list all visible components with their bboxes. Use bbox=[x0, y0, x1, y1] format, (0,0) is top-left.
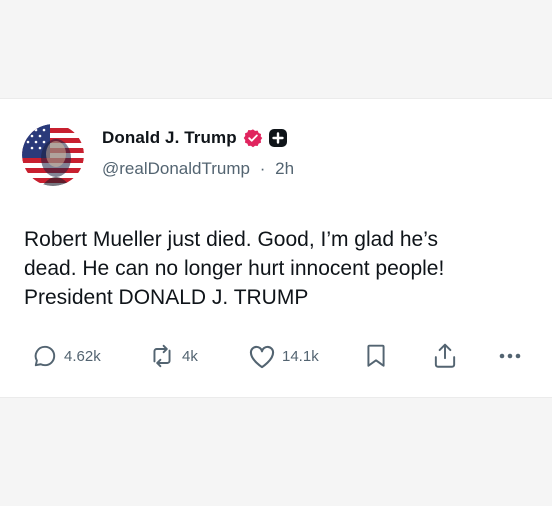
avatar[interactable] bbox=[22, 124, 84, 186]
like-count: 14.1k bbox=[282, 347, 319, 365]
bookmark-icon bbox=[365, 343, 387, 369]
more-icon bbox=[498, 351, 522, 361]
flag-portrait-avatar-icon bbox=[22, 124, 84, 186]
repost-count: 4k bbox=[182, 347, 198, 365]
handle-separator: · bbox=[259, 159, 266, 178]
handle-row: @realDonaldTrump · 2h bbox=[102, 159, 294, 179]
plus-badge-icon bbox=[268, 128, 288, 148]
reply-button[interactable]: 4.62k bbox=[32, 339, 101, 373]
reply-icon bbox=[32, 343, 58, 369]
tweet-text: Robert Mueller just died. Good, I’m glad… bbox=[24, 225, 524, 312]
reply-count: 4.62k bbox=[64, 347, 101, 365]
like-button[interactable]: 14.1k bbox=[248, 339, 319, 373]
tweet-text-line: dead. He can no longer hurt innocent peo… bbox=[24, 257, 445, 280]
share-button[interactable] bbox=[432, 339, 458, 373]
share-icon bbox=[432, 342, 458, 370]
post-time[interactable]: 2h bbox=[275, 159, 294, 178]
tweet-actions: 4.62k 4k 14.1k bbox=[0, 339, 552, 373]
repost-icon bbox=[148, 343, 176, 369]
tweet-text-line: President DONALD J. TRUMP bbox=[24, 286, 309, 309]
tweet-text-line: Robert Mueller just died. Good, I’m glad… bbox=[24, 228, 438, 251]
display-name[interactable]: Donald J. Trump bbox=[102, 128, 237, 148]
more-button[interactable] bbox=[498, 339, 522, 373]
author-handle[interactable]: @realDonaldTrump bbox=[102, 159, 250, 178]
author-name-row: Donald J. Trump bbox=[102, 126, 288, 150]
bookmark-button[interactable] bbox=[365, 339, 387, 373]
verified-badge-icon bbox=[243, 128, 263, 148]
heart-icon bbox=[248, 343, 276, 369]
repost-button[interactable]: 4k bbox=[148, 339, 198, 373]
tweet-card[interactable]: Donald J. Trump @realDonaldTrump · 2h Ro… bbox=[0, 98, 552, 398]
